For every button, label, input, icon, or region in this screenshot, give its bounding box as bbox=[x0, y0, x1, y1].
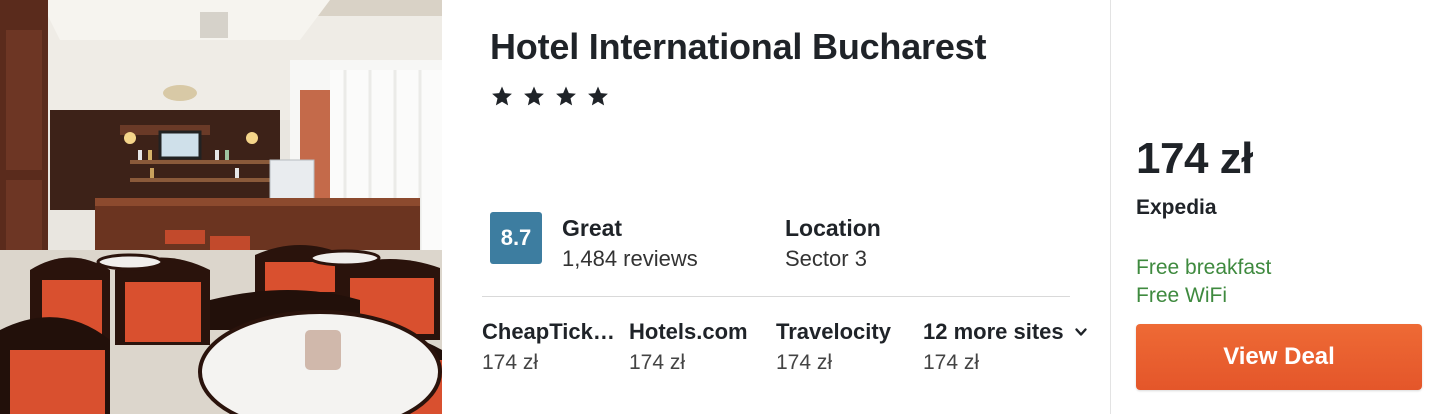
rating-score-badge[interactable]: 8.7 bbox=[490, 212, 542, 264]
chevron-down-icon bbox=[1074, 325, 1088, 339]
location-info[interactable]: Location Sector 3 bbox=[785, 214, 881, 276]
site-price: 174 zł bbox=[482, 351, 539, 374]
deal-panel: 174 zł Expedia Free breakfast Free WiFi … bbox=[1110, 0, 1440, 414]
star-icon bbox=[586, 84, 610, 108]
star-rating bbox=[490, 84, 610, 108]
site-price-hotels-com[interactable]: Hotels.com 174 zł bbox=[629, 318, 748, 380]
section-divider bbox=[482, 296, 1070, 297]
star-icon bbox=[522, 84, 546, 108]
location-value: Sector 3 bbox=[785, 246, 867, 271]
location-label: Location bbox=[785, 215, 881, 241]
amenity-item: Free breakfast bbox=[1136, 256, 1272, 279]
hotel-photo[interactable] bbox=[0, 0, 442, 414]
star-icon bbox=[554, 84, 578, 108]
hotel-details: Hotel International Bucharest 8.7 Great … bbox=[442, 0, 1110, 414]
rating-summary[interactable]: Great 1,484 reviews bbox=[562, 214, 698, 276]
more-sites-toggle[interactable]: 12 more sites bbox=[923, 318, 1088, 346]
hotel-result-card: Hotel International Bucharest 8.7 Great … bbox=[0, 0, 1440, 414]
rating-label: Great bbox=[562, 215, 623, 241]
more-sites-dropdown[interactable]: 12 more sites 174 zł bbox=[923, 318, 1088, 380]
hotel-photo-image bbox=[0, 0, 442, 414]
site-name: Hotels.com bbox=[629, 319, 748, 344]
site-name: CheapTickets bbox=[482, 319, 618, 344]
site-price-cheaptickets[interactable]: CheapTickets 174 zł bbox=[482, 318, 618, 380]
deal-provider: Expedia bbox=[1136, 196, 1217, 219]
deal-price[interactable]: 174 zł bbox=[1136, 134, 1253, 184]
amenity-item: Free WiFi bbox=[1136, 284, 1227, 307]
view-deal-button[interactable]: View Deal bbox=[1136, 324, 1422, 390]
site-price: 174 zł bbox=[776, 351, 833, 374]
star-icon bbox=[490, 84, 514, 108]
review-count: 1,484 reviews bbox=[562, 246, 698, 271]
deal-amenities: Free breakfast Free WiFi bbox=[1136, 254, 1271, 310]
site-price-travelocity[interactable]: Travelocity 174 zł bbox=[776, 318, 891, 380]
more-sites-label: 12 more sites bbox=[923, 319, 1064, 344]
hotel-name[interactable]: Hotel International Bucharest bbox=[490, 26, 986, 68]
site-name: Travelocity bbox=[776, 319, 891, 344]
other-sites-prices: CheapTickets 174 zł Hotels.com 174 zł Tr… bbox=[482, 318, 1102, 388]
site-price: 174 zł bbox=[629, 351, 686, 374]
site-price: 174 zł bbox=[923, 351, 980, 374]
